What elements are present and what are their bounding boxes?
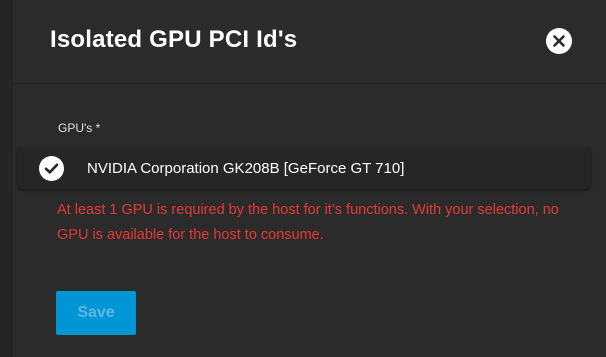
gpu-option-label: NVIDIA Corporation GK208B [GeForce GT 71…	[87, 160, 405, 177]
validation-error-message: At least 1 GPU is required by the host f…	[57, 202, 559, 243]
dialog-header: Isolated GPU PCI Id's	[13, 0, 606, 84]
checkmark-icon	[44, 163, 59, 174]
check-circle-icon[interactable]	[39, 156, 64, 181]
save-button[interactable]: Save	[56, 291, 136, 335]
dialog-title: Isolated GPU PCI Id's	[50, 26, 298, 53]
isolated-gpu-dialog: Isolated GPU PCI Id's GPU's * NVIDIA Cor…	[13, 0, 606, 357]
gpu-option-row[interactable]: NVIDIA Corporation GK208B [GeForce GT 71…	[18, 147, 590, 189]
gpus-field-label: GPU's *	[58, 121, 101, 135]
backdrop-strip	[0, 0, 13, 357]
close-icon	[553, 35, 565, 47]
close-button[interactable]	[546, 28, 572, 54]
